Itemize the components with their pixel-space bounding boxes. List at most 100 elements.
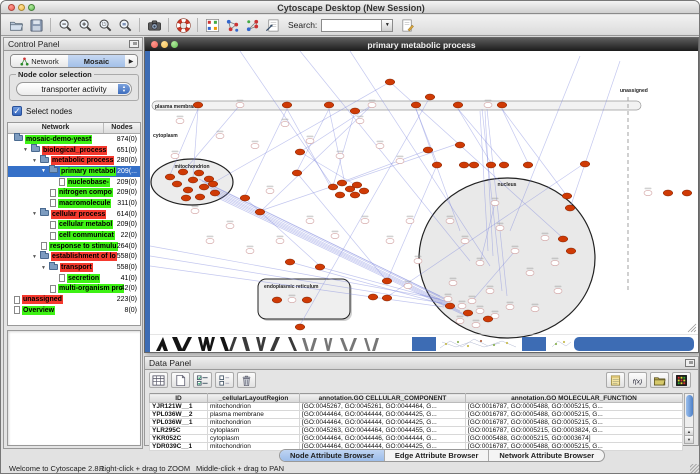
matrix-heatmap-icon[interactable] [672,372,691,388]
function-builder-icon[interactable]: f(x) [628,372,647,388]
network-node-selected[interactable] [463,310,473,316]
network-node-selected[interactable] [486,162,496,168]
table-cell[interactable]: [GO:0044464, GO:0044444, GO:0044425, G..… [300,411,466,419]
network-node-selected[interactable] [352,182,362,188]
network-overview-icon[interactable] [202,16,222,35]
tree-row[interactable]: secretion41(0) [8,273,140,284]
table-cell[interactable]: [GO:0016787, GO:0005488, GO:0005215, G..… [466,411,683,419]
tab-mosaic[interactable]: Mosaic [68,55,125,67]
network-node-selected[interactable] [455,142,465,148]
network-node[interactable] [468,298,476,303]
network-node-selected[interactable] [425,94,435,100]
window-titlebar[interactable]: Cytoscape Desktop (New Session) [1,1,700,14]
table-cell[interactable]: cytoplasm [208,427,300,435]
expand-arrow-icon[interactable]: ▼ [32,254,40,260]
network-node[interactable] [396,158,404,163]
tree-row[interactable]: cell communicat22(0) [8,230,140,241]
table-cell[interactable]: [GO:0045263, GO:0044464, GO:0044455, G..… [300,427,466,435]
table-cell[interactable]: YDR039C__1 [150,443,208,451]
network-node[interactable] [531,306,539,311]
network-node[interactable] [456,318,464,323]
scrollbar-thumb[interactable] [686,395,693,417]
network-node-selected[interactable] [359,188,369,194]
zoom-out-icon[interactable] [55,16,75,35]
tree-row[interactable]: ▼metabolic process280(0) [8,155,140,166]
network-node[interactable] [191,208,199,213]
network-node-selected[interactable] [423,147,433,153]
network-node-selected[interactable] [194,170,204,176]
table-cell[interactable]: mitochondrion [208,419,300,427]
network-node[interactable] [171,153,179,158]
tree-row[interactable]: nitrogen compo209(0) [8,187,140,198]
network-node-selected[interactable] [282,102,292,108]
network-node-selected[interactable] [566,248,576,254]
network-node[interactable] [236,102,244,107]
import-attributes-icon[interactable] [650,372,669,388]
network-node-selected[interactable] [208,181,218,187]
birdseye-view[interactable] [7,330,141,446]
network-node[interactable] [336,153,344,158]
network-node-selected[interactable] [337,180,347,186]
network-node-selected[interactable] [382,295,392,301]
network-node-selected[interactable] [165,174,175,180]
tree-row[interactable]: Overview8(0) [8,305,140,316]
tree-row[interactable]: macromolecule311(0) [8,198,140,209]
network-node[interactable] [458,303,466,308]
tree-row[interactable]: ▼cellular process614(0) [8,209,140,220]
network-node-selected[interactable] [199,184,209,190]
network-node[interactable] [486,288,494,293]
network-node[interactable] [446,218,454,223]
network-node-selected[interactable] [272,297,282,303]
table-row[interactable]: YLR295Ccytoplasm[GO:0045263, GO:0044464,… [150,427,683,435]
tab-network-attribute-browser[interactable]: Network Attribute Browser [489,450,604,461]
network-node-selected[interactable] [663,190,673,196]
tree-row[interactable]: nucleobase-209(0) [8,177,140,188]
network-node[interactable] [306,218,314,223]
network-node-selected[interactable] [350,108,360,114]
search-input[interactable]: ▼ [321,19,393,32]
expand-arrow-icon[interactable]: ▼ [32,158,40,164]
select-attributes-icon[interactable] [193,372,212,388]
network-node-selected[interactable] [432,162,442,168]
node-color-select[interactable]: transporter activity ▲▼ [16,82,132,96]
network-node[interactable] [246,248,254,253]
network-node[interactable] [491,200,499,205]
network-node-selected[interactable] [178,169,188,175]
network-frame-titlebar[interactable]: primary metabolic process [145,38,698,51]
tree-row[interactable]: cellular metabol209(0) [8,220,140,231]
scroll-up-icon[interactable]: ▲ [685,427,693,435]
network-node[interactable] [404,283,412,288]
network-node[interactable] [506,304,514,309]
expand-arrow-icon[interactable]: ▼ [32,211,40,217]
table-scrollbar[interactable]: ▲ ▼ [684,393,694,444]
annotation-icon[interactable] [262,16,282,35]
delete-attribute-icon[interactable] [237,372,256,388]
table-row[interactable]: YKR052Ccytoplasm[GO:0044464, GO:0044446,… [150,435,683,443]
expand-arrow-icon[interactable]: ▼ [23,147,31,153]
zoom-fit-icon[interactable] [115,16,135,35]
table-cell[interactable]: [GO:0044464, GO:0044444, GO:0044425, G..… [300,419,466,427]
network-node-selected[interactable] [172,181,182,187]
network-node-selected[interactable] [193,102,203,108]
network-node-selected[interactable] [188,177,198,183]
network-node[interactable] [176,118,184,123]
network-node-selected[interactable] [562,193,572,199]
network-canvas[interactable]: plasma membranecytoplasmmitochondrionnuc… [145,51,698,352]
network-node-selected[interactable] [459,162,469,168]
column-header[interactable]: ID [150,394,208,403]
network-node-selected[interactable] [565,205,575,211]
table-cell[interactable]: [GO:0044464, GO:0044446, GO:0044444, G..… [300,435,466,443]
network-node-selected[interactable] [523,162,533,168]
network-node[interactable] [368,102,376,107]
network-node-selected[interactable] [445,303,455,309]
search-dropdown-icon[interactable]: ▼ [381,20,392,31]
help-lifesaver-icon[interactable] [173,16,193,35]
network-node[interactable] [288,297,296,302]
table-cell[interactable]: cytoplasm [208,435,300,443]
network-node[interactable] [376,143,384,148]
network-node-selected[interactable] [328,184,338,190]
table-cell[interactable]: YKR052C [150,435,208,443]
network-node-selected[interactable] [368,294,378,300]
tab-node-attribute-browser[interactable]: Node Attribute Browser [280,450,385,461]
network-node-selected[interactable] [497,102,507,108]
